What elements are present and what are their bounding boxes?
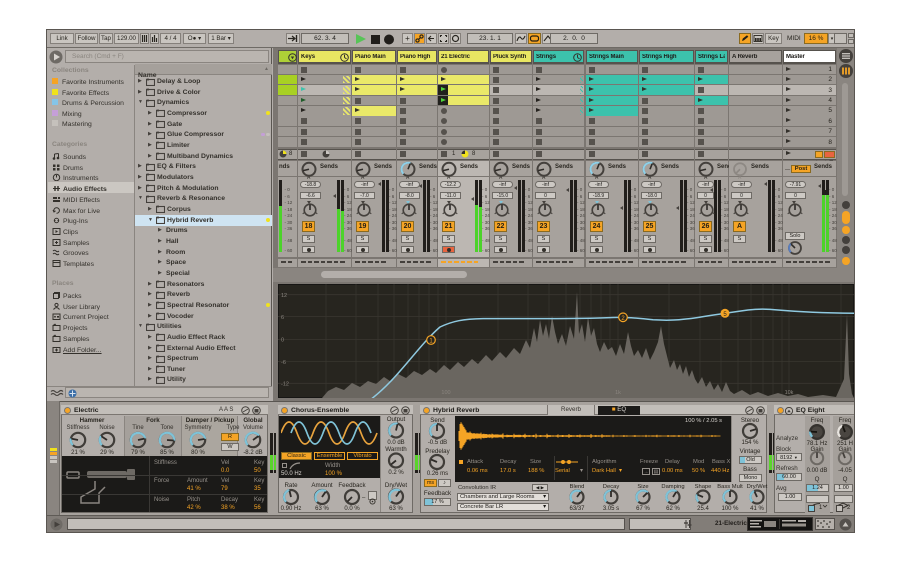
svg-text:100: 100 xyxy=(441,390,450,396)
svg-text:12: 12 xyxy=(281,293,287,299)
svg-text:1k: 1k xyxy=(615,390,621,396)
svg-text:6: 6 xyxy=(281,315,284,321)
svg-text:0: 0 xyxy=(281,338,284,344)
svg-text:-6: -6 xyxy=(281,360,286,366)
svg-text:10k: 10k xyxy=(785,390,794,396)
svg-text:-12: -12 xyxy=(281,382,289,388)
